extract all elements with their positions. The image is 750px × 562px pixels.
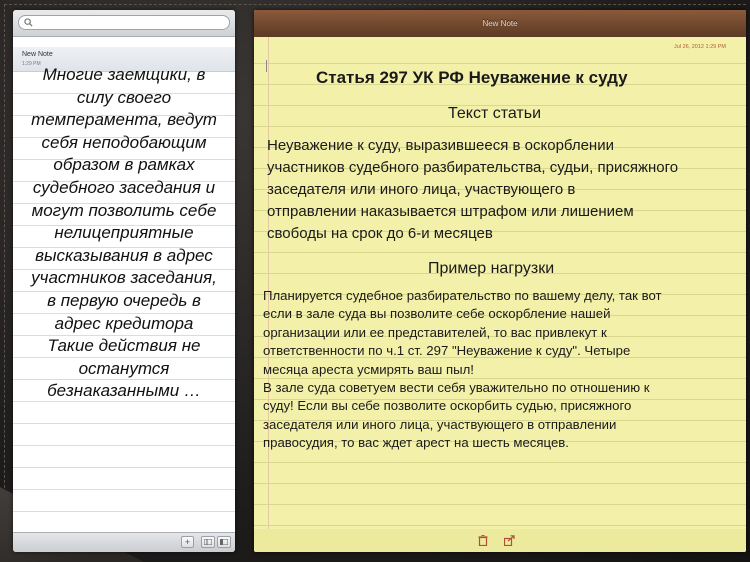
overlay-line: Многие заемщики, в: [42, 65, 206, 84]
list-view-icon: [203, 538, 213, 546]
text-line: В зале суда советуем вести себя уважител…: [263, 380, 650, 396]
overlay-line: участников заседания,: [31, 268, 217, 288]
note-titlebar: New Note: [254, 10, 746, 38]
note-heading: Статья 297 УК РФ Неуважение к суду: [316, 68, 628, 87]
trash-icon[interactable]: [478, 535, 488, 546]
text-line: заседателя или иного лица, участвующего …: [267, 181, 576, 198]
paper-margin-line: [268, 37, 269, 529]
search-field[interactable]: [18, 15, 230, 30]
text-cursor: [266, 60, 267, 72]
search-bar: [13, 10, 235, 37]
overlay-line: силу своего: [76, 87, 172, 107]
text-line: Планируется судебное разбирательство по …: [263, 288, 662, 303]
add-note-button[interactable]: +: [181, 536, 194, 548]
stitching-top: [4, 4, 746, 6]
text-line: месяца ареста усмирять ваш пыл!: [263, 361, 474, 377]
section-body-text: Неуважение к суду, выразившееся в оскорб…: [267, 135, 687, 245]
text-line: отправлении наказывается штрафом или лиш…: [267, 203, 634, 220]
view-toggle-button[interactable]: [201, 536, 215, 548]
notes-list-toolbar: +: [13, 532, 235, 552]
overlay-line: Такие действия не: [47, 336, 201, 356]
search-input[interactable]: [35, 16, 225, 29]
overlay-line: адрес кредитора: [54, 313, 194, 333]
text-line: Неуважение к суду, выразившееся в оскорб…: [267, 137, 614, 154]
text-line: правосудия, то вас ждет арест на шесть м…: [263, 435, 569, 451]
note-window-title: New Note: [482, 19, 518, 28]
section-body-example: Планируется судебное разбирательство по …: [263, 287, 739, 453]
section-title-text: Текст статьи: [448, 105, 542, 122]
overlay-line: безнаказанными …: [47, 381, 201, 401]
panel-icon: [219, 538, 229, 546]
overlay-line: себя неподобающим: [41, 132, 207, 152]
text-line: суду! Если вы себе позволите оскорбить с…: [263, 398, 632, 414]
text-line: свободы на срок до 6-и месяцев: [267, 225, 493, 242]
overlay-line: могут позволить себе: [31, 200, 217, 220]
note-editor-panel: New Note Jul 26, 2012 1:29 PM: [254, 10, 746, 552]
search-icon: [24, 18, 33, 27]
overlay-caption: Многие заемщики, в силу своего темпераме…: [16, 64, 232, 403]
note-item-title: New Note: [22, 51, 53, 58]
overlay-line: останутся: [78, 358, 170, 378]
section-title-example: Пример нагрузки: [428, 260, 555, 277]
overlay-line: судебного заседания и: [32, 177, 216, 197]
overlay-line: темперамента, ведут: [31, 110, 217, 130]
overlay-line: в первую очередь в: [47, 290, 201, 310]
text-line: если в зале суда вы позволите себе оскор…: [263, 306, 611, 322]
text-line: участников судебного разбирательства, су…: [267, 159, 679, 176]
text-line: ответственности по ч.1 ст. 297 "Неуважен…: [263, 343, 631, 359]
overlay-line: нелицеприятные: [54, 223, 194, 243]
stitching-left: [4, 4, 6, 558]
text-line: организации или ее представителей, то ва…: [263, 324, 607, 340]
share-icon[interactable]: [504, 535, 515, 546]
sidebar-toggle-button[interactable]: [217, 536, 231, 548]
note-toolbar: [254, 529, 746, 552]
overlay-line: образом в рамках: [53, 155, 195, 175]
overlay-line: высказывания в адрес: [35, 245, 213, 265]
note-date: Jul 26, 2012 1:29 PM: [674, 44, 726, 50]
text-line: заседателя или иного лица, участвующего …: [263, 416, 617, 432]
